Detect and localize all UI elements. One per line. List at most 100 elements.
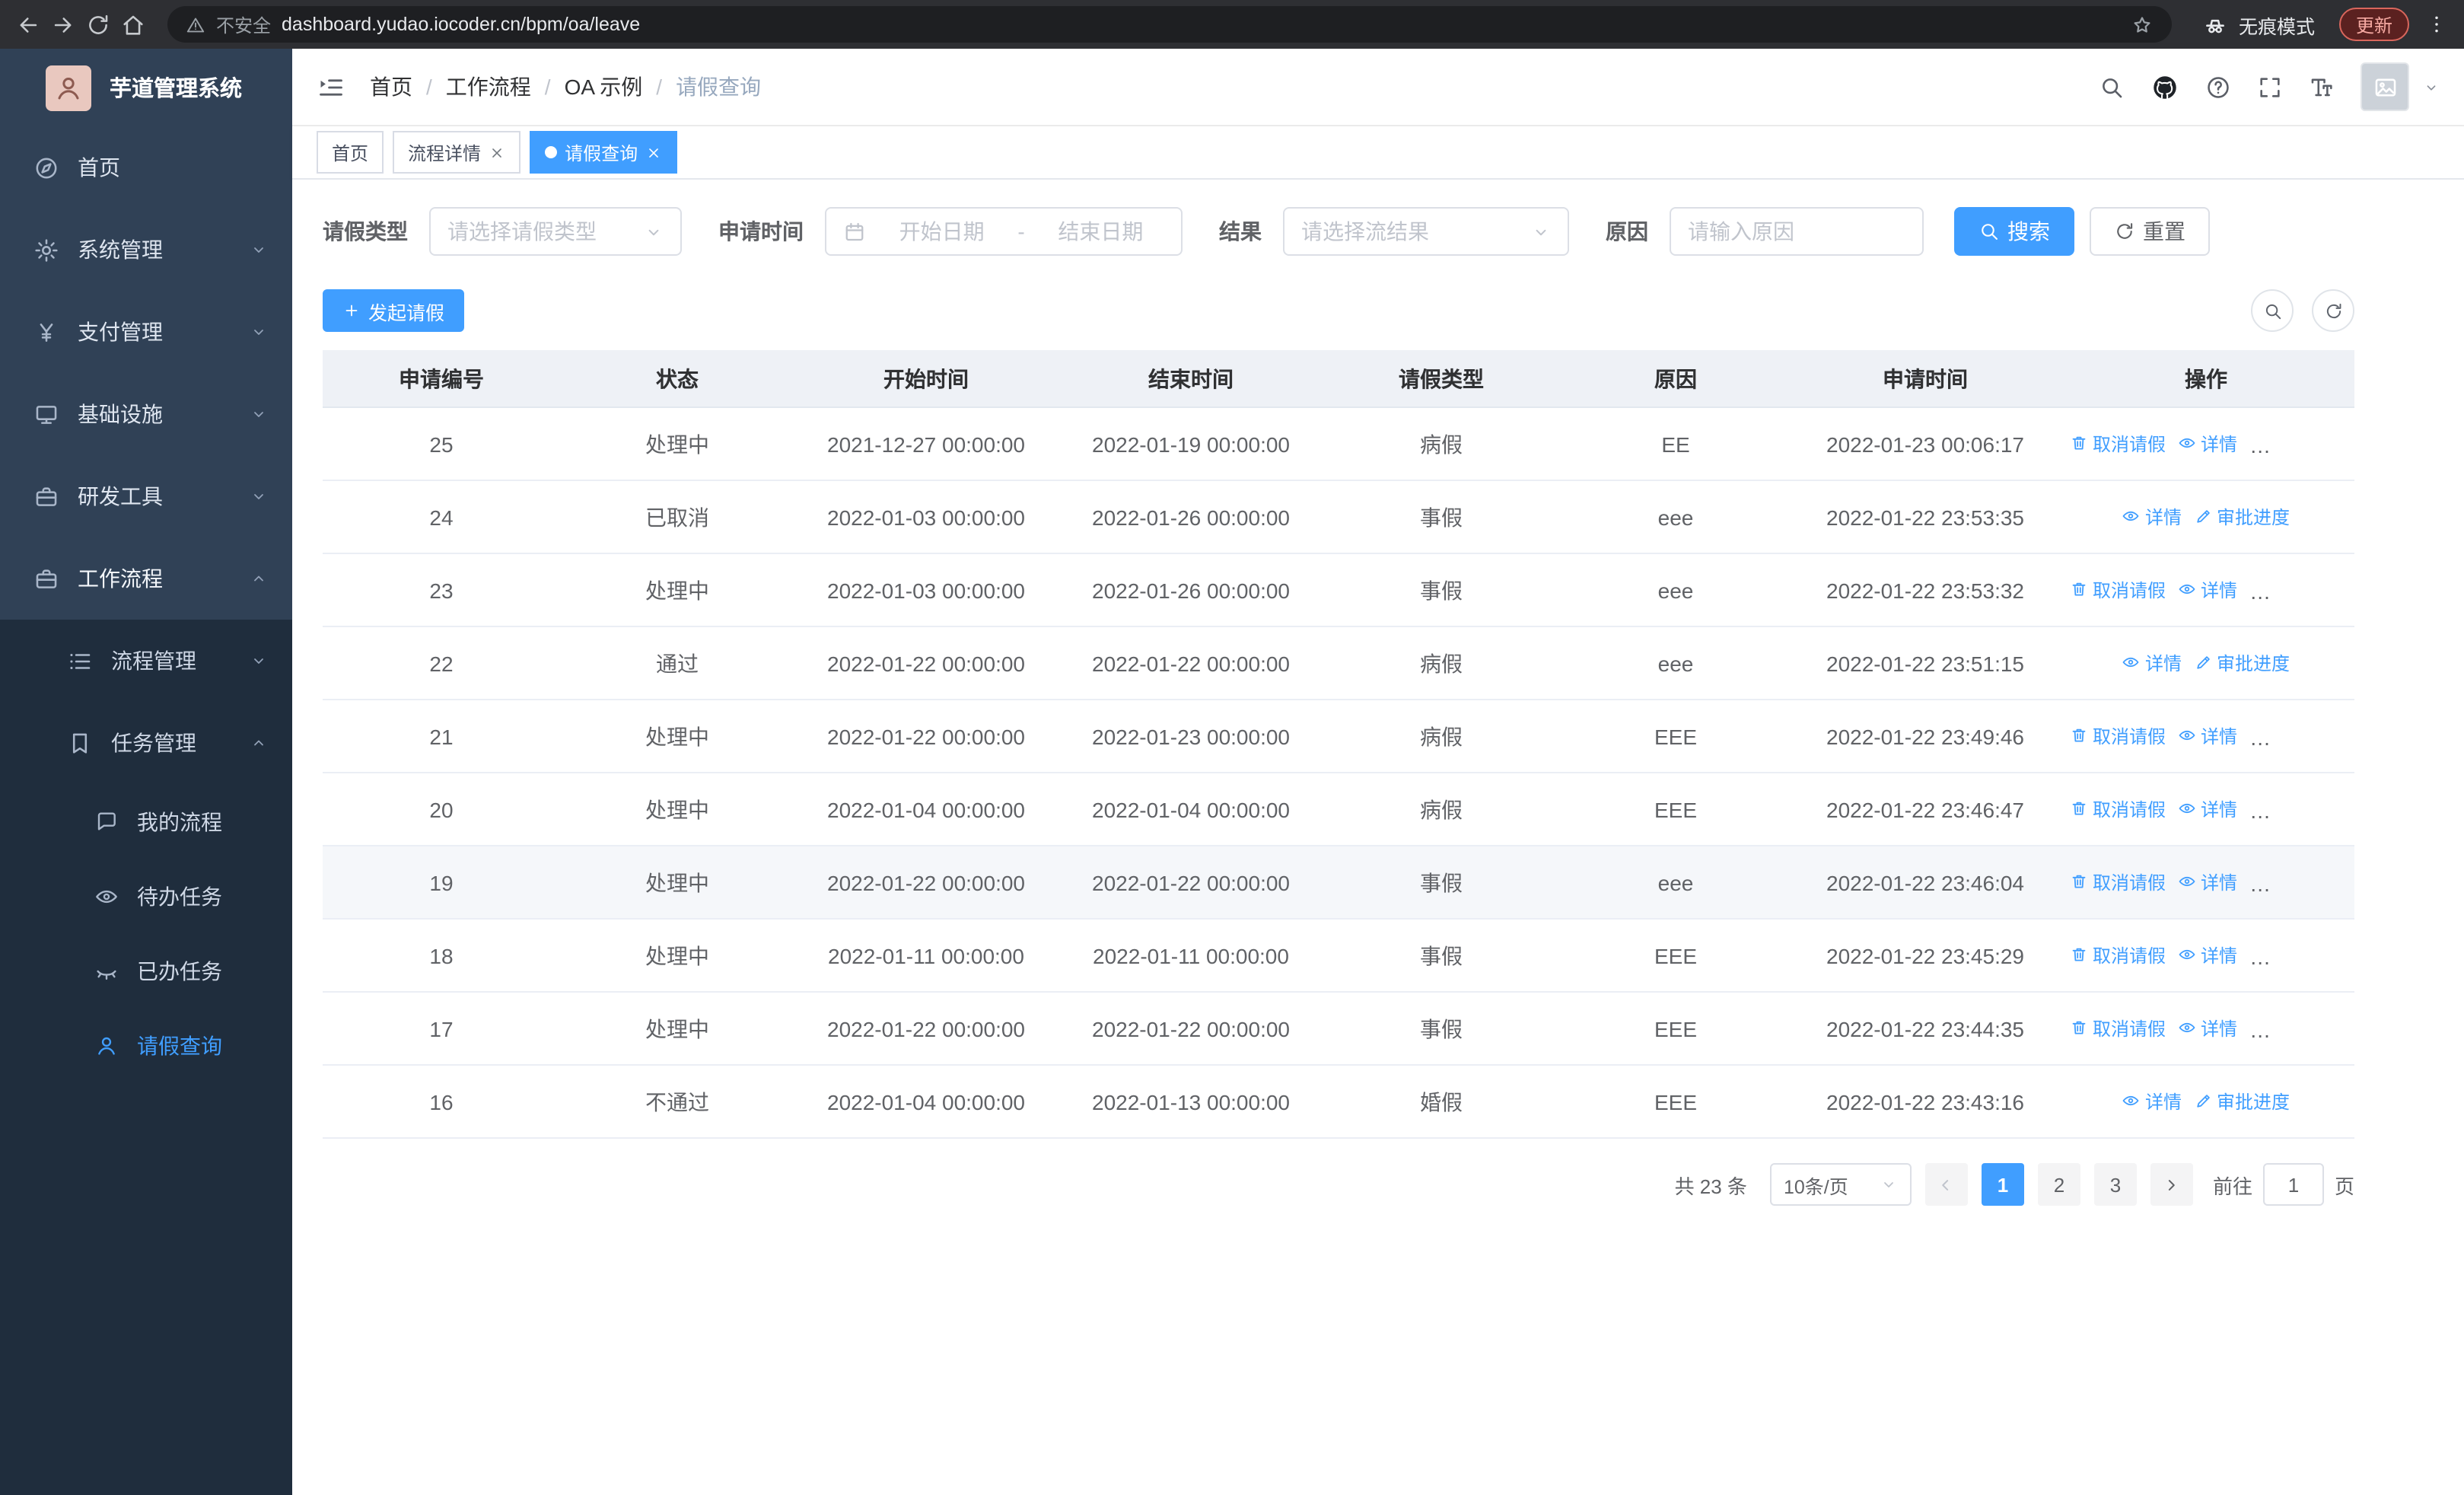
pagination: 共 23 条 10条/页 1 2 3 前往 页 bbox=[323, 1163, 2354, 1206]
browser-reload-icon[interactable] bbox=[85, 11, 111, 37]
address-bar[interactable]: 不安全 dashboard.yudao.iocoder.cn/bpm/oa/le… bbox=[167, 6, 2172, 43]
bookmark-star-icon[interactable] bbox=[2131, 13, 2154, 36]
trash-icon bbox=[2070, 435, 2088, 453]
sidebar-item-infrastructure[interactable]: 基础设施 bbox=[0, 373, 292, 455]
leave-table: 申请编号 状态 开始时间 结束时间 请假类型 原因 申请时间 操作 25 处理中 2… bbox=[323, 350, 2354, 1139]
avatar-dropdown-icon[interactable] bbox=[2423, 78, 2440, 95]
approval-progress-action-link[interactable]: 审批进度 bbox=[2194, 1089, 2290, 1114]
column-header-status: 状态 bbox=[560, 350, 794, 408]
cancel-leave-action-link[interactable]: 取消请假 bbox=[2070, 869, 2166, 895]
detail-action-link[interactable]: 详情 bbox=[2178, 869, 2237, 895]
sidebar-item-task-management[interactable]: 任务管理 bbox=[0, 702, 292, 784]
close-icon[interactable] bbox=[645, 144, 662, 161]
browser-forward-icon[interactable] bbox=[50, 11, 76, 37]
incognito-badge: 无痕模式 bbox=[2202, 10, 2315, 39]
next-page-button[interactable] bbox=[2150, 1163, 2193, 1206]
detail-action-link[interactable]: 详情 bbox=[2122, 504, 2182, 530]
browser-update-button[interactable]: 更新 bbox=[2338, 8, 2409, 41]
date-range-separator: - bbox=[1017, 219, 1025, 244]
cancel-leave-action-link[interactable]: 取消请假 bbox=[2070, 723, 2166, 749]
reason-input[interactable] bbox=[1671, 209, 1922, 254]
detail-action-link[interactable]: 详情 bbox=[2122, 1089, 2182, 1114]
table-cell-leave-type: 病假 bbox=[1324, 407, 1558, 481]
detail-action-link[interactable]: 详情 bbox=[2122, 650, 2182, 676]
tab-leave-query[interactable]: 请假查询 bbox=[530, 131, 678, 174]
browser-menu-icon[interactable] bbox=[2424, 12, 2449, 37]
page-button-3[interactable]: 3 bbox=[2093, 1163, 2137, 1206]
browser-home-icon[interactable] bbox=[120, 11, 146, 37]
cancel-leave-action-link[interactable]: 取消请假 bbox=[2070, 796, 2166, 822]
page-button-1[interactable]: 1 bbox=[1981, 1163, 2024, 1206]
sidebar-item-home[interactable]: 首页 bbox=[0, 126, 292, 209]
approval-progress-action-link[interactable]: 审批进度 bbox=[2194, 504, 2290, 530]
search-button[interactable]: 搜索 bbox=[1954, 207, 2074, 256]
sidebar-item-dev-tools[interactable]: 研发工具 bbox=[0, 455, 292, 537]
action-label: 审批进度 bbox=[2272, 725, 2346, 748]
security-warning-icon[interactable] bbox=[186, 14, 205, 34]
approval-progress-action-link[interactable]: 审批进度 bbox=[2194, 650, 2290, 676]
sidebar-item-label: 系统管理 bbox=[78, 237, 163, 262]
prev-page-button[interactable] bbox=[1924, 1163, 1968, 1206]
breadcrumb-workflow[interactable]: 工作流程 bbox=[446, 72, 531, 102]
search-icon[interactable] bbox=[2099, 74, 2125, 100]
table-cell-start-time: 2022-01-22 00:00:00 bbox=[794, 992, 1058, 1066]
table-cell-start-time: 2022-01-03 00:00:00 bbox=[794, 480, 1058, 554]
table-cell-reason: EE bbox=[1558, 407, 1793, 481]
goto-page-input[interactable] bbox=[2262, 1163, 2324, 1206]
table-cell-apply-time: 2022-01-22 23:53:32 bbox=[1793, 553, 2058, 627]
result-select[interactable]: 请选择流结果 bbox=[1283, 207, 1569, 256]
detail-action-link[interactable]: 详情 bbox=[2178, 431, 2237, 457]
font-size-icon[interactable] bbox=[2309, 74, 2335, 100]
detail-action-link[interactable]: 详情 bbox=[2178, 942, 2237, 968]
reset-button[interactable]: 重置 bbox=[2090, 207, 2210, 256]
fullscreen-icon[interactable] bbox=[2257, 74, 2283, 100]
browser-back-icon[interactable] bbox=[15, 11, 41, 37]
breadcrumb-home[interactable]: 首页 bbox=[370, 72, 412, 102]
detail-action-link[interactable]: 详情 bbox=[2178, 1015, 2237, 1041]
cancel-leave-action-link[interactable]: 取消请假 bbox=[2070, 577, 2166, 603]
url-text[interactable]: dashboard.yudao.iocoder.cn/bpm/oa/leave bbox=[282, 14, 640, 35]
tab-home[interactable]: 首页 bbox=[317, 131, 384, 174]
sidebar-collapse-icon[interactable] bbox=[317, 72, 345, 101]
help-icon[interactable] bbox=[2205, 74, 2231, 100]
user-avatar[interactable] bbox=[2361, 62, 2409, 111]
detail-action-link[interactable]: 详情 bbox=[2178, 723, 2237, 749]
breadcrumb-separator: / bbox=[656, 75, 663, 99]
refresh-table-button[interactable] bbox=[2312, 289, 2354, 332]
sidebar-item-process-management[interactable]: 流程管理 bbox=[0, 620, 292, 702]
close-icon[interactable] bbox=[489, 144, 505, 161]
create-leave-button[interactable]: 发起请假 bbox=[323, 289, 465, 332]
sidebar-item-workflow[interactable]: 工作流程 bbox=[0, 537, 292, 620]
tab-process-detail[interactable]: 流程详情 bbox=[393, 131, 521, 174]
sidebar-item-my-processes[interactable]: 我的流程 bbox=[0, 784, 292, 859]
github-icon[interactable] bbox=[2150, 72, 2179, 101]
apply-time-range-input[interactable]: 开始日期 - 结束日期 bbox=[825, 207, 1183, 256]
detail-action-link[interactable]: 详情 bbox=[2178, 577, 2237, 603]
table-cell-status: 处理中 bbox=[560, 773, 794, 846]
table-cell-reason: eee bbox=[1558, 480, 1793, 554]
cancel-leave-action-link[interactable]: 取消请假 bbox=[2070, 1015, 2166, 1041]
cancel-leave-action-link[interactable]: 取消请假 bbox=[2070, 942, 2166, 968]
pen-icon bbox=[2194, 1092, 2212, 1111]
leave-type-select[interactable]: 请选择请假类型 bbox=[429, 207, 682, 256]
page-button-2[interactable]: 2 bbox=[2037, 1163, 2080, 1206]
eye-icon bbox=[2178, 435, 2196, 453]
sidebar-item-leave-query[interactable]: 请假查询 bbox=[0, 1008, 292, 1082]
table-cell-id: 20 bbox=[323, 773, 560, 846]
sidebar-item-todo-tasks[interactable]: 待办任务 bbox=[0, 859, 292, 933]
sidebar-item-payment-management[interactable]: 支付管理 bbox=[0, 291, 292, 373]
sidebar-item-label: 研发工具 bbox=[78, 484, 163, 508]
toggle-search-button[interactable] bbox=[2251, 289, 2294, 332]
eye-icon bbox=[2178, 581, 2196, 599]
browser-toolbar: 不安全 dashboard.yudao.iocoder.cn/bpm/oa/le… bbox=[0, 0, 2464, 49]
cancel-leave-action-link[interactable]: 取消请假 bbox=[2070, 431, 2166, 457]
action-label: 详情 bbox=[2201, 725, 2238, 748]
app-logo[interactable]: 芋道管理系统 bbox=[0, 49, 292, 126]
detail-action-link[interactable]: 详情 bbox=[2178, 796, 2237, 822]
breadcrumb-oa-example[interactable]: OA 示例 bbox=[565, 72, 643, 102]
action-label: 审批进度 bbox=[2272, 799, 2346, 821]
sidebar-item-system-management[interactable]: 系统管理 bbox=[0, 209, 292, 291]
sidebar-item-label: 我的流程 bbox=[137, 809, 222, 834]
sidebar-item-done-tasks[interactable]: 已办任务 bbox=[0, 933, 292, 1008]
page-size-select[interactable]: 10条/页 bbox=[1769, 1163, 1912, 1206]
